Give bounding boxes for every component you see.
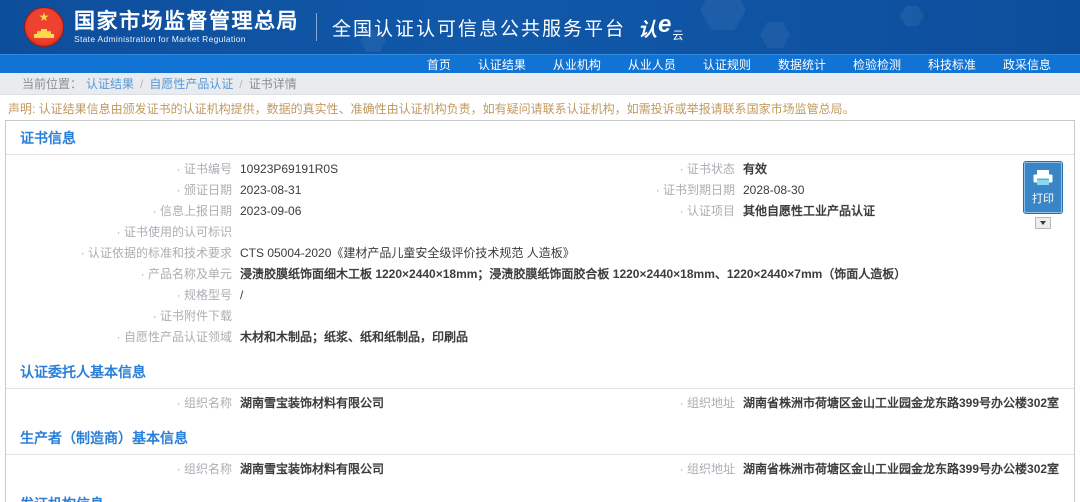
logo-yun-char: 云 bbox=[672, 31, 683, 42]
field-pair-right: 组织地址湖南省株洲市荷塘区金山工业园金龙东路399号办公楼302室 bbox=[539, 396, 1074, 411]
section-rows: 组织名称湖南雪宝装饰材料有限公司组织地址湖南省株洲市荷塘区金山工业园金龙东路39… bbox=[6, 455, 1074, 487]
logo-e-char: e bbox=[658, 13, 671, 37]
field-value: 湖南省株洲市荷塘区金山工业园金龙东路399号办公楼302室 bbox=[735, 396, 1074, 411]
field-value: 湖南省株洲市荷塘区金山工业园金龙东路399号办公楼302室 bbox=[735, 462, 1074, 477]
section-0: 证书信息证书编号10923P69191R0S证书状态有效颁证日期2023-08-… bbox=[6, 121, 1074, 355]
caret-down-icon bbox=[1040, 221, 1046, 225]
field-row: 证书编号10923P69191R0S证书状态有效 bbox=[6, 159, 1074, 180]
nav-item-5[interactable]: 数据统计 bbox=[769, 56, 835, 73]
field-label: 证书到期日期 bbox=[539, 183, 735, 198]
breadcrumb-prefix: 当前位置： bbox=[22, 75, 82, 92]
field-label: 信息上报日期 bbox=[6, 204, 232, 219]
field-value: 湖南雪宝装饰材料有限公司 bbox=[232, 396, 539, 411]
field-label: 认证依据的标准和技术要求 bbox=[6, 246, 232, 261]
breadcrumb-separator: / bbox=[140, 77, 143, 91]
field-value: / bbox=[232, 288, 1074, 303]
field-label: 认证项目 bbox=[539, 204, 735, 219]
field-row: 规格型号/ bbox=[6, 285, 1074, 306]
field-row: 认证依据的标准和技术要求CTS 05004-2020《建材产品儿童安全级评价技术… bbox=[6, 243, 1074, 264]
nav-item-0[interactable]: 首页 bbox=[418, 56, 460, 73]
field-row: 组织名称湖南雪宝装饰材料有限公司组织地址湖南省株洲市荷塘区金山工业园金龙东路39… bbox=[6, 459, 1074, 480]
field-label: 组织名称 bbox=[6, 396, 232, 411]
section-rows: 组织名称湖南雪宝装饰材料有限公司组织地址湖南省株洲市荷塘区金山工业园金龙东路39… bbox=[6, 389, 1074, 421]
field-pair-right: 组织地址湖南省株洲市荷塘区金山工业园金龙东路399号办公楼302室 bbox=[539, 462, 1074, 477]
main-nav: 首页认证结果从业机构从业人员认证规则数据统计检验检测科技标准政采信息 bbox=[0, 54, 1080, 73]
print-button[interactable]: 打印 bbox=[1024, 162, 1062, 213]
field-label: 规格型号 bbox=[6, 288, 232, 303]
field-label: 证书使用的认可标识 bbox=[6, 225, 232, 240]
nav-item-2[interactable]: 从业机构 bbox=[544, 56, 610, 73]
field-value: 10923P69191R0S bbox=[232, 162, 539, 177]
nav-item-4[interactable]: 认证规则 bbox=[694, 56, 760, 73]
section-2: 生产者（制造商）基本信息组织名称湖南雪宝装饰材料有限公司组织地址湖南省株洲市荷塘… bbox=[6, 421, 1074, 487]
agency-name-cn: 国家市场监督管理总局 bbox=[74, 10, 299, 34]
field-row: 自愿性产品认证领域木材和木制品；纸浆、纸和纸制品，印刷品 bbox=[6, 327, 1074, 348]
section-3: 发证机构信息机构名称中国国检测试控股集团股份有限公司机构批准号CNCA-R-20… bbox=[6, 487, 1074, 502]
hexagon-decoration bbox=[700, 0, 746, 30]
nav-item-6[interactable]: 检验检测 bbox=[844, 56, 910, 73]
nav-item-3[interactable]: 从业人员 bbox=[619, 56, 685, 73]
print-options-button[interactable] bbox=[1035, 217, 1051, 229]
printer-icon bbox=[1032, 170, 1054, 187]
field-label: 证书附件下载 bbox=[6, 309, 232, 324]
field-row: 组织名称湖南雪宝装饰材料有限公司组织地址湖南省株洲市荷塘区金山工业园金龙东路39… bbox=[6, 393, 1074, 414]
field-pair-right: 证书状态有效 bbox=[539, 162, 1074, 177]
section-title: 发证机构信息 bbox=[6, 487, 1074, 502]
certificate-detail-panel: 证书信息证书编号10923P69191R0S证书状态有效颁证日期2023-08-… bbox=[5, 120, 1075, 502]
breadcrumb-link-cert-results[interactable]: 认证结果 bbox=[86, 75, 134, 92]
nav-item-1[interactable]: 认证结果 bbox=[469, 56, 535, 73]
sections: 证书信息证书编号10923P69191R0S证书状态有效颁证日期2023-08-… bbox=[6, 121, 1074, 502]
nav-item-8[interactable]: 政采信息 bbox=[994, 56, 1060, 73]
field-label: 颁证日期 bbox=[6, 183, 232, 198]
field-row: 证书附件下载 bbox=[6, 306, 1074, 327]
field-pair-right: 证书到期日期2028-08-30 bbox=[539, 183, 1074, 198]
logo-ren-char: 认 bbox=[638, 21, 657, 40]
field-value: 2023-09-06 bbox=[232, 204, 539, 219]
field-label: 证书编号 bbox=[6, 162, 232, 177]
agency-name-en: State Administration for Market Regulati… bbox=[74, 34, 299, 44]
hexagon-decoration bbox=[760, 22, 790, 48]
field-pair-right: 认证项目其他自愿性工业产品认证 bbox=[539, 204, 1074, 219]
section-1: 认证委托人基本信息组织名称湖南雪宝装饰材料有限公司组织地址湖南省株洲市荷塘区金山… bbox=[6, 355, 1074, 421]
field-row: 产品名称及单元浸渍胶膜纸饰面细木工板 1220×2440×18mm；浸渍胶膜纸饰… bbox=[6, 264, 1074, 285]
breadcrumb-link-voluntary-product[interactable]: 自愿性产品认证 bbox=[149, 75, 233, 92]
field-row: 证书使用的认可标识 bbox=[6, 222, 1074, 243]
section-rows: 证书编号10923P69191R0S证书状态有效颁证日期2023-08-31证书… bbox=[6, 155, 1074, 355]
nav-item-7[interactable]: 科技标准 bbox=[919, 56, 985, 73]
print-widget: 打印 bbox=[1023, 162, 1063, 229]
breadcrumb-separator: / bbox=[239, 77, 242, 91]
field-value: 湖南雪宝装饰材料有限公司 bbox=[232, 462, 539, 477]
field-value: 浸渍胶膜纸饰面细木工板 1220×2440×18mm；浸渍胶膜纸饰面胶合板 12… bbox=[232, 267, 1074, 282]
field-label: 组织名称 bbox=[6, 462, 232, 477]
field-row: 信息上报日期2023-09-06认证项目其他自愿性工业产品认证 bbox=[6, 201, 1074, 222]
section-title: 生产者（制造商）基本信息 bbox=[6, 421, 1074, 455]
header-divider bbox=[316, 13, 317, 41]
section-title: 证书信息 bbox=[6, 121, 1074, 155]
agency-title-block: 国家市场监督管理总局 State Administration for Mark… bbox=[74, 10, 299, 44]
field-value: 2023-08-31 bbox=[232, 183, 539, 198]
national-emblem-icon bbox=[24, 7, 64, 47]
hexagon-decoration bbox=[900, 6, 924, 26]
field-row: 颁证日期2023-08-31证书到期日期2028-08-30 bbox=[6, 180, 1074, 201]
field-label: 自愿性产品认证领域 bbox=[6, 330, 232, 345]
field-value: 木材和木制品；纸浆、纸和纸制品，印刷品 bbox=[232, 330, 1074, 345]
ren-e-yun-logo: 认 e 云 bbox=[638, 13, 683, 42]
breadcrumb-current: 证书详情 bbox=[249, 75, 297, 92]
field-value: CTS 05004-2020《建材产品儿童安全级评价技术规范 人造板》 bbox=[232, 246, 1074, 261]
field-label: 组织地址 bbox=[539, 462, 735, 477]
section-title: 认证委托人基本信息 bbox=[6, 355, 1074, 389]
field-label: 组织地址 bbox=[539, 396, 735, 411]
disclaimer-notice: 声明: 认证结果信息由颁发证书的认证机构提供，数据的真实性、准确性由认证机构负责… bbox=[0, 95, 1080, 120]
field-label: 证书状态 bbox=[539, 162, 735, 177]
print-button-label: 打印 bbox=[1032, 190, 1054, 206]
site-header: 国家市场监督管理总局 State Administration for Mark… bbox=[0, 0, 1080, 54]
breadcrumb: 当前位置： 认证结果 / 自愿性产品认证 / 证书详情 bbox=[0, 73, 1080, 95]
field-label: 产品名称及单元 bbox=[6, 267, 232, 282]
